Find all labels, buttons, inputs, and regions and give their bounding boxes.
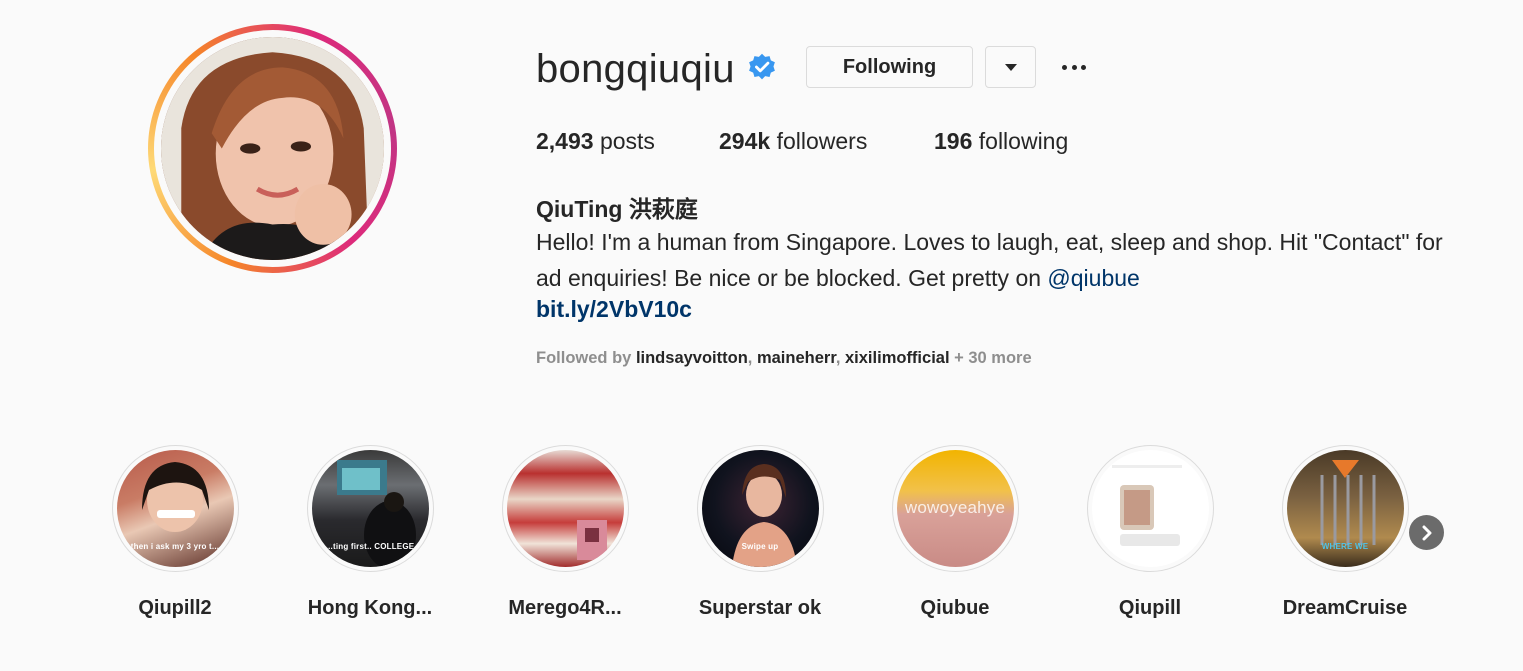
- avatar-photo: [161, 37, 384, 260]
- followers-count-label: followers: [776, 128, 868, 154]
- bio-website-link[interactable]: bit.ly/2VbV10c: [536, 296, 692, 323]
- following-button[interactable]: Following: [806, 46, 973, 88]
- username-heading: bongqiuqiu: [536, 47, 735, 91]
- bio-body: Hello! I'm a human from Singapore. Loves…: [536, 229, 1443, 291]
- highlight-caption: ...ting first.. COLLEGE: [325, 542, 415, 551]
- story-highlight[interactable]: ...ting first.. COLLEGE Hong Kong...: [305, 445, 435, 620]
- followed-by-account[interactable]: xixilimofficial: [845, 349, 950, 367]
- highlight-cover[interactable]: Swipe up: [696, 445, 824, 572]
- posts-count-label: posts: [599, 128, 655, 154]
- highlight-caption: WHERE WE: [1321, 542, 1369, 551]
- bio-mention-link[interactable]: @qiubue: [1047, 265, 1139, 291]
- highlight-label: Qiubue: [920, 597, 990, 619]
- highlight-caption: then i ask my 3 yro t...: [130, 542, 220, 551]
- followers-count-value: 294k: [719, 128, 771, 154]
- highlight-label: Superstar ok: [698, 597, 822, 619]
- followers-link[interactable]: 294k followers: [719, 128, 867, 155]
- highlight-label: Hong Kong...: [307, 597, 433, 619]
- following-count-label: following: [978, 128, 1069, 154]
- highlight-caption: wowoyeahye: [904, 498, 1006, 517]
- highlight-cover[interactable]: then i ask my 3 yro t...: [111, 445, 239, 572]
- followed-by-prefix: Followed by: [536, 349, 632, 367]
- posts-count-value: 2,493: [536, 128, 594, 154]
- followed-by-more[interactable]: + 30 more: [954, 349, 1032, 367]
- followed-by[interactable]: Followed by lindsayvoitton, maineherr, x…: [536, 349, 1032, 368]
- highlight-cover[interactable]: ...ting first.. COLLEGE: [306, 445, 434, 572]
- story-highlight[interactable]: then i ask my 3 yro t... Qiupill2: [110, 445, 240, 620]
- highlight-cover[interactable]: WHERE WE: [1281, 445, 1409, 572]
- suggested-accounts-dropdown-button[interactable]: [985, 46, 1036, 88]
- story-highlight[interactable]: WHERE WE DreamCruise: [1280, 445, 1410, 620]
- full-name: QiuTing 洪萩庭: [536, 196, 698, 222]
- highlight-cover[interactable]: [1086, 445, 1214, 572]
- posts-count: 2,493 posts: [536, 128, 655, 155]
- highlight-label: DreamCruise: [1282, 597, 1408, 619]
- highlight-cover[interactable]: wowoyeahye: [891, 445, 1019, 572]
- highlight-label: Merego4R...: [508, 597, 622, 619]
- followed-by-account[interactable]: lindsayvoitton: [636, 349, 748, 367]
- verified-badge-icon: [749, 53, 775, 80]
- profile-avatar[interactable]: [148, 24, 397, 273]
- highlight-label: Qiupill2: [138, 597, 212, 619]
- caret-down-icon: [1004, 63, 1017, 71]
- highlight-cover[interactable]: [501, 445, 629, 572]
- highlight-label: Qiupill: [1118, 597, 1182, 619]
- story-highlight[interactable]: wowoyeahye Qiubue: [890, 445, 1020, 620]
- highlight-caption: Swipe up: [741, 542, 779, 551]
- bio-text: Hello! I'm a human from Singapore. Loves…: [536, 224, 1456, 296]
- chevron-right-icon[interactable]: [1409, 515, 1444, 550]
- followed-by-account[interactable]: maineherr: [757, 349, 836, 367]
- profile-page: bongqiuqiu Following 2,493 posts 294k fo…: [0, 0, 1523, 671]
- story-highlight[interactable]: Qiupill: [1085, 445, 1215, 620]
- story-highlight[interactable]: Merego4R...: [500, 445, 630, 620]
- following-link[interactable]: 196 following: [934, 128, 1068, 155]
- following-count-value: 196: [934, 128, 973, 154]
- story-highlight[interactable]: Swipe up Superstar ok: [695, 445, 825, 620]
- more-options-icon[interactable]: [1058, 56, 1090, 78]
